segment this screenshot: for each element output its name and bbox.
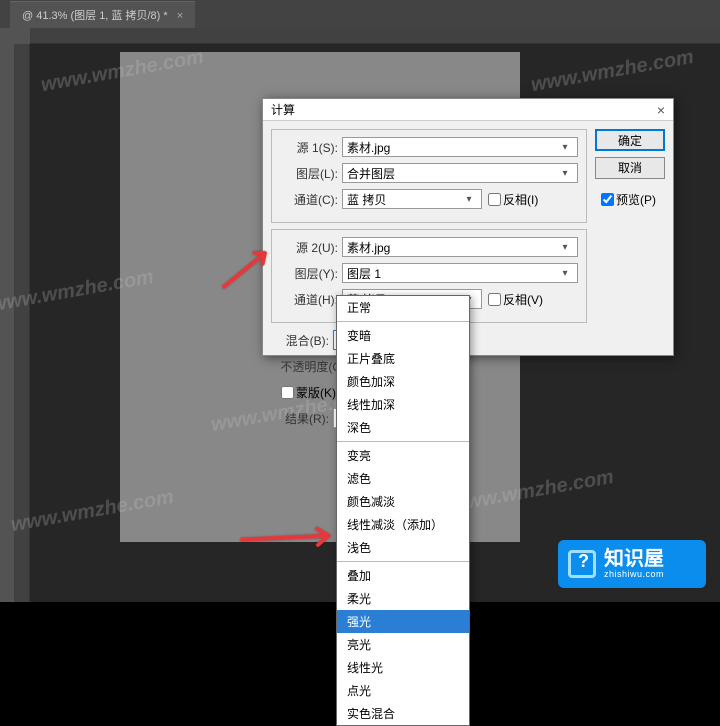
close-icon[interactable]: × (657, 102, 665, 118)
dropdown-separator (337, 321, 469, 322)
result-label: 结果(R): (271, 410, 329, 427)
source1-channel-label: 通道(C): (280, 191, 338, 208)
tab-title: @ 41.3% (图层 1, 蓝 拷贝/8) * (22, 10, 168, 22)
blend-mode-option[interactable]: 变亮 (337, 444, 469, 467)
source2-layer-label: 图层(Y): (280, 265, 338, 282)
source1-channel-select[interactable]: 蓝 拷贝▾ (342, 189, 482, 209)
document-tab[interactable]: @ 41.3% (图层 1, 蓝 拷贝/8) * × (10, 1, 195, 28)
chevron-down-icon: ▾ (461, 194, 477, 205)
chevron-down-icon: ▾ (557, 142, 573, 153)
dropdown-separator (337, 561, 469, 562)
dialog-title: 计算 (271, 101, 295, 118)
blend-mode-option[interactable]: 实色混合 (337, 702, 469, 725)
blend-mode-option[interactable]: 线性光 (337, 656, 469, 679)
tab-bar: @ 41.3% (图层 1, 蓝 拷贝/8) * × (0, 0, 720, 28)
source2-label: 源 2(U): (280, 239, 338, 256)
blend-mode-option[interactable]: 强光 (337, 610, 469, 633)
blend-mode-option[interactable]: 颜色减淡 (337, 490, 469, 513)
chevron-down-icon: ▾ (557, 268, 573, 279)
source2-invert-checkbox[interactable]: 反相(V) (488, 291, 543, 308)
blend-mode-option[interactable]: 正常 (337, 296, 469, 319)
logo-icon (568, 550, 596, 578)
ruler-horizontal (30, 28, 720, 44)
blend-mode-option[interactable]: 滤色 (337, 467, 469, 490)
chevron-down-icon: ▾ (557, 168, 573, 179)
blend-mode-option[interactable]: 颜色加深 (337, 370, 469, 393)
blend-mode-option[interactable]: 深色 (337, 416, 469, 439)
blend-mode-option[interactable]: 浅色 (337, 536, 469, 559)
blend-mode-option[interactable]: 亮光 (337, 633, 469, 656)
chevron-down-icon: ▾ (557, 242, 573, 253)
blend-mode-option[interactable]: 柔光 (337, 587, 469, 610)
source1-layer-select[interactable]: 合并图层▾ (342, 163, 578, 183)
source1-select[interactable]: 素材.jpg▾ (342, 137, 578, 157)
source2-select[interactable]: 素材.jpg▾ (342, 237, 578, 257)
source1-label: 源 1(S): (280, 139, 338, 156)
logo-badge: 知识屋 zhishiwu.com (558, 540, 706, 588)
ok-button[interactable]: 确定 (595, 129, 665, 151)
blend-mode-option[interactable]: 点光 (337, 679, 469, 702)
blend-mode-option[interactable]: 线性减淡（添加） (337, 513, 469, 536)
ruler-vertical (14, 44, 30, 602)
logo-text-en: zhishiwu.com (604, 570, 664, 580)
dropdown-separator (337, 441, 469, 442)
source1-group: 源 1(S): 素材.jpg▾ 图层(L): 合并图层▾ 通道(C): 蓝 拷贝… (271, 129, 587, 223)
cancel-button[interactable]: 取消 (595, 157, 665, 179)
close-icon[interactable]: × (177, 10, 183, 22)
logo-text-cn: 知识屋 (604, 548, 664, 570)
blend-mode-dropdown: 正常变暗正片叠底颜色加深线性加深深色变亮滤色颜色减淡线性减淡（添加）浅色叠加柔光… (336, 295, 470, 726)
preview-checkbox[interactable]: 预览(P) (601, 191, 665, 208)
source2-channel-label: 通道(H): (280, 291, 338, 308)
blend-mode-option[interactable]: 正片叠底 (337, 347, 469, 370)
source1-layer-label: 图层(L): (280, 165, 338, 182)
blend-mode-option[interactable]: 叠加 (337, 564, 469, 587)
source2-layer-select[interactable]: 图层 1▾ (342, 263, 578, 283)
source1-invert-checkbox[interactable]: 反相(I) (488, 191, 538, 208)
blend-label: 混合(B): (271, 332, 329, 349)
blend-mode-option[interactable]: 线性加深 (337, 393, 469, 416)
blend-mode-option[interactable]: 变暗 (337, 324, 469, 347)
